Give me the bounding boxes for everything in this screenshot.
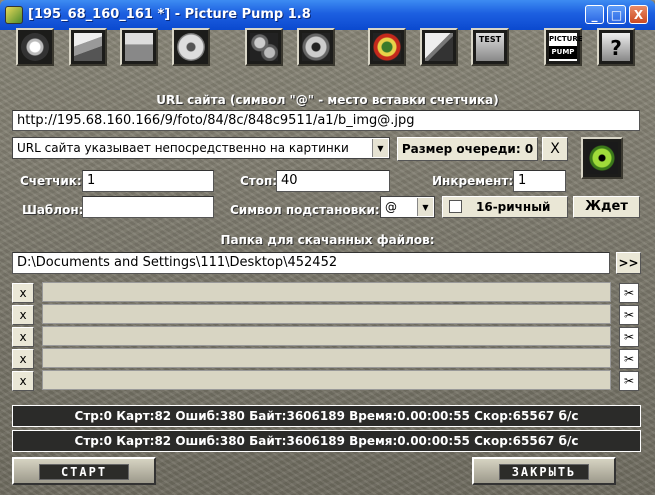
logo-picture-text: PICTURE xyxy=(549,35,583,43)
stop-input[interactable]: 40 xyxy=(276,170,390,192)
increment-label: Инкремент: xyxy=(432,174,514,188)
toolbar-help-button[interactable]: ? xyxy=(597,28,635,66)
wait-button[interactable]: Ждет xyxy=(573,196,640,218)
preview-eye-button[interactable] xyxy=(581,137,623,179)
slot-remove-button[interactable]: x xyxy=(12,327,34,347)
slot-progress-bar xyxy=(42,282,611,302)
clear-queue-button[interactable]: X xyxy=(542,137,568,161)
toolbar-box-button[interactable] xyxy=(120,28,158,66)
url-label: URL сайта (символ "@" - место вставки сч… xyxy=(156,93,499,107)
app-icon[interactable] xyxy=(5,6,23,24)
title-bar[interactable]: [195_68_160_161 *] - Picture Pump 1.8 _ … xyxy=(0,0,655,30)
minimize-button[interactable]: _ xyxy=(585,5,604,24)
chevron-down-icon[interactable]: ▼ xyxy=(372,139,388,157)
scissors-icon[interactable]: ✂ xyxy=(619,349,639,369)
hex-label: 16-ричный xyxy=(476,200,551,214)
picture-pump-logo-icon: PICTURE PUMP xyxy=(549,33,583,61)
status-bar-current: Стр:0 Карт:82 Ошиб:380 Байт:3606189 Врем… xyxy=(12,405,641,427)
template-label: Шаблон: xyxy=(22,203,84,217)
toolbar-test-button[interactable]: TEST xyxy=(471,28,509,66)
slot-progress-bar xyxy=(42,304,611,324)
queue-size-label: Размер очереди: 0 xyxy=(397,137,538,161)
hex-checkbox[interactable]: 16-ричный xyxy=(442,196,568,218)
counter-input[interactable]: 1 xyxy=(82,170,214,192)
test-icon: TEST xyxy=(476,33,504,61)
toolbar-open-box-button[interactable] xyxy=(69,28,107,66)
browse-folder-button[interactable]: >> xyxy=(616,252,641,274)
close-button[interactable]: ЗАКРЫТЬ xyxy=(472,457,616,485)
url-input[interactable]: http://195.68.160.166/9/foto/84/8c/848c9… xyxy=(12,110,640,131)
slot-remove-button[interactable]: x xyxy=(12,305,34,325)
open-box-icon xyxy=(74,33,102,61)
template-input[interactable] xyxy=(82,196,214,218)
url-mode-value: URL сайта указывает непосредственно на к… xyxy=(17,141,349,155)
toolbar-corner-button[interactable] xyxy=(420,28,458,66)
logo-pump-text: PUMP xyxy=(549,46,577,59)
status-bar-total: Стр:0 Карт:82 Ошиб:380 Байт:3606189 Врем… xyxy=(12,430,641,452)
test-label: TEST xyxy=(478,35,502,44)
gears-icon xyxy=(250,33,278,61)
close-button-label: ЗАКРЫТЬ xyxy=(499,464,589,480)
toolbar-disk-button[interactable] xyxy=(172,28,210,66)
toolbar-settings-button[interactable] xyxy=(245,28,283,66)
close-window-button[interactable]: X xyxy=(629,5,648,24)
box-icon xyxy=(125,33,153,61)
start-button[interactable]: СТАРТ xyxy=(12,457,156,485)
counter-label: Счетчик: xyxy=(20,174,82,188)
start-button-label: СТАРТ xyxy=(39,464,129,480)
toolbar-filter-button[interactable] xyxy=(368,28,406,66)
slot-remove-button[interactable]: x xyxy=(12,371,34,391)
toolbar-sun-button[interactable] xyxy=(16,28,54,66)
stop-label: Стоп: xyxy=(240,174,278,188)
slot-progress-bar xyxy=(42,370,611,390)
sun-icon xyxy=(21,33,49,61)
url-mode-select[interactable]: URL сайта указывает непосредственно на к… xyxy=(12,137,390,159)
slot-progress-bar xyxy=(42,348,611,368)
checkbox-box[interactable] xyxy=(449,200,462,213)
corner-icon xyxy=(425,33,453,61)
gear-icon xyxy=(302,33,330,61)
download-folder-input[interactable]: D:\Documents and Settings\111\Desktop\45… xyxy=(12,252,610,274)
increment-input[interactable]: 1 xyxy=(513,170,566,192)
disk-icon xyxy=(177,33,205,61)
slot-progress-bar xyxy=(42,326,611,346)
slot-remove-button[interactable]: x xyxy=(12,349,34,369)
help-icon: ? xyxy=(602,33,630,61)
toolbar-about-button[interactable]: PICTURE PUMP xyxy=(544,28,583,66)
substitution-symbol-label: Символ подстановки: xyxy=(230,203,380,217)
chevron-down-icon[interactable]: ▼ xyxy=(417,198,433,216)
scissors-icon[interactable]: ✂ xyxy=(619,283,639,303)
window-title: [195_68_160_161 *] - Picture Pump 1.8 xyxy=(28,7,311,22)
substitution-symbol-select[interactable]: @ ▼ xyxy=(380,196,435,218)
help-label: ? xyxy=(610,36,622,60)
app-window: [195_68_160_161 *] - Picture Pump 1.8 _ … xyxy=(0,0,655,495)
scissors-icon[interactable]: ✂ xyxy=(619,371,639,391)
substitution-symbol-value: @ xyxy=(385,200,397,214)
filter-icon xyxy=(373,33,401,61)
scissors-icon[interactable]: ✂ xyxy=(619,305,639,325)
scissors-icon[interactable]: ✂ xyxy=(619,327,639,347)
download-folder-label: Папка для скачанных файлов: xyxy=(220,233,435,247)
eye-icon xyxy=(586,142,618,174)
slot-remove-button[interactable]: x xyxy=(12,283,34,303)
maximize-button[interactable]: □ xyxy=(607,5,626,24)
toolbar-gear-button[interactable] xyxy=(297,28,335,66)
